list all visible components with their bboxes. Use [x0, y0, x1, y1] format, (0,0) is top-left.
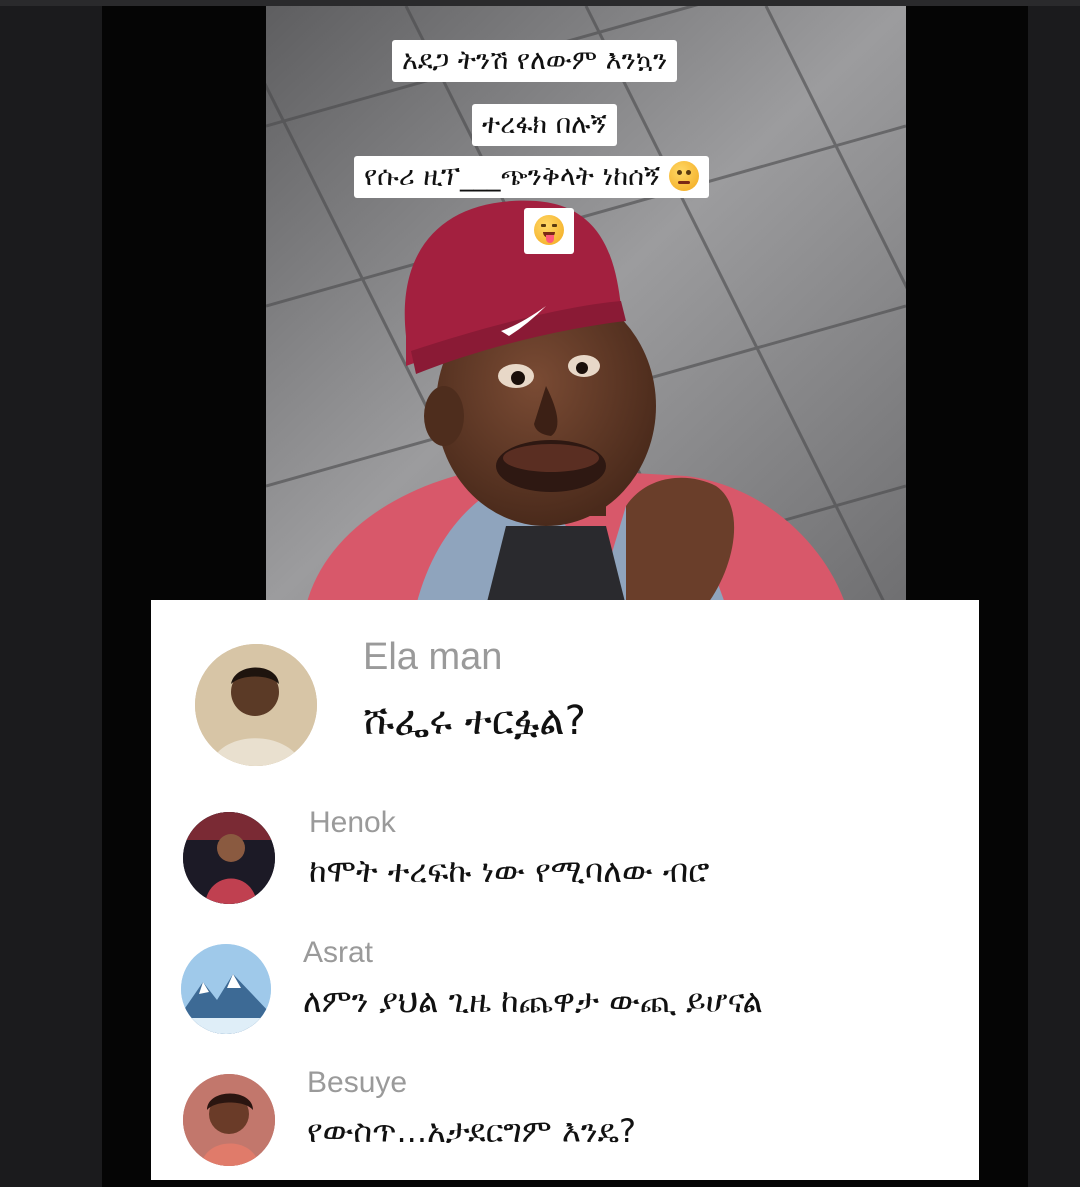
woman-avatar-icon[interactable] [183, 1074, 275, 1166]
video-still [266, 6, 906, 606]
man-avatar-icon[interactable] [195, 644, 317, 766]
caption-line-4 [524, 208, 574, 254]
comment-username[interactable]: Asrat [303, 936, 373, 970]
left-margin [0, 0, 102, 1187]
caption-line-1: አደጋ ትንሽ የለውም እንኳን [392, 40, 678, 82]
comment-username[interactable]: Ela man [363, 636, 502, 679]
person-avatar-icon[interactable] [183, 812, 275, 904]
comments-panel: Ela man ሹፌሩ ተርፏል? Henok ከሞት ተረፍኩ ነው የሚባለ… [151, 600, 979, 1180]
comment-username[interactable]: Henok [309, 806, 396, 840]
caption-line-2: ተረፋክ በሉኝ [472, 104, 617, 146]
caption-line-3: የሱሪ ዚፕ___ጭንቅላት ነከሰኝ [354, 156, 709, 198]
video-frame[interactable]: አደጋ ትንሽ የለውም እንኳን ተረፋክ በሉኝ የሱሪ ዚፕ___ጭንቅላ… [266, 6, 906, 606]
comment-text: ለምን ያህል ጊዜ ከጨዋታ ውጪ ይሆናል [303, 982, 763, 1020]
comment-text: ከሞት ተረፍኩ ነው የሚባለው ብሮ [309, 852, 710, 890]
screenshot-page: አደጋ ትንሽ የለውም እንኳን ተረፋክ በሉኝ የሱሪ ዚፕ___ጭንቅላ… [0, 0, 1080, 1187]
right-margin [1028, 0, 1080, 1187]
squinting-face-with-tongue-emoji [534, 215, 564, 245]
comment-username[interactable]: Besuye [307, 1066, 407, 1100]
comment-text: ሹፌሩ ተርፏል? [363, 698, 586, 744]
comment-text: የውስጥ...አታደርግም እንዴ? [307, 1112, 636, 1150]
mountain-avatar-icon[interactable] [181, 944, 271, 1034]
thinking-face-emoji [668, 161, 699, 191]
